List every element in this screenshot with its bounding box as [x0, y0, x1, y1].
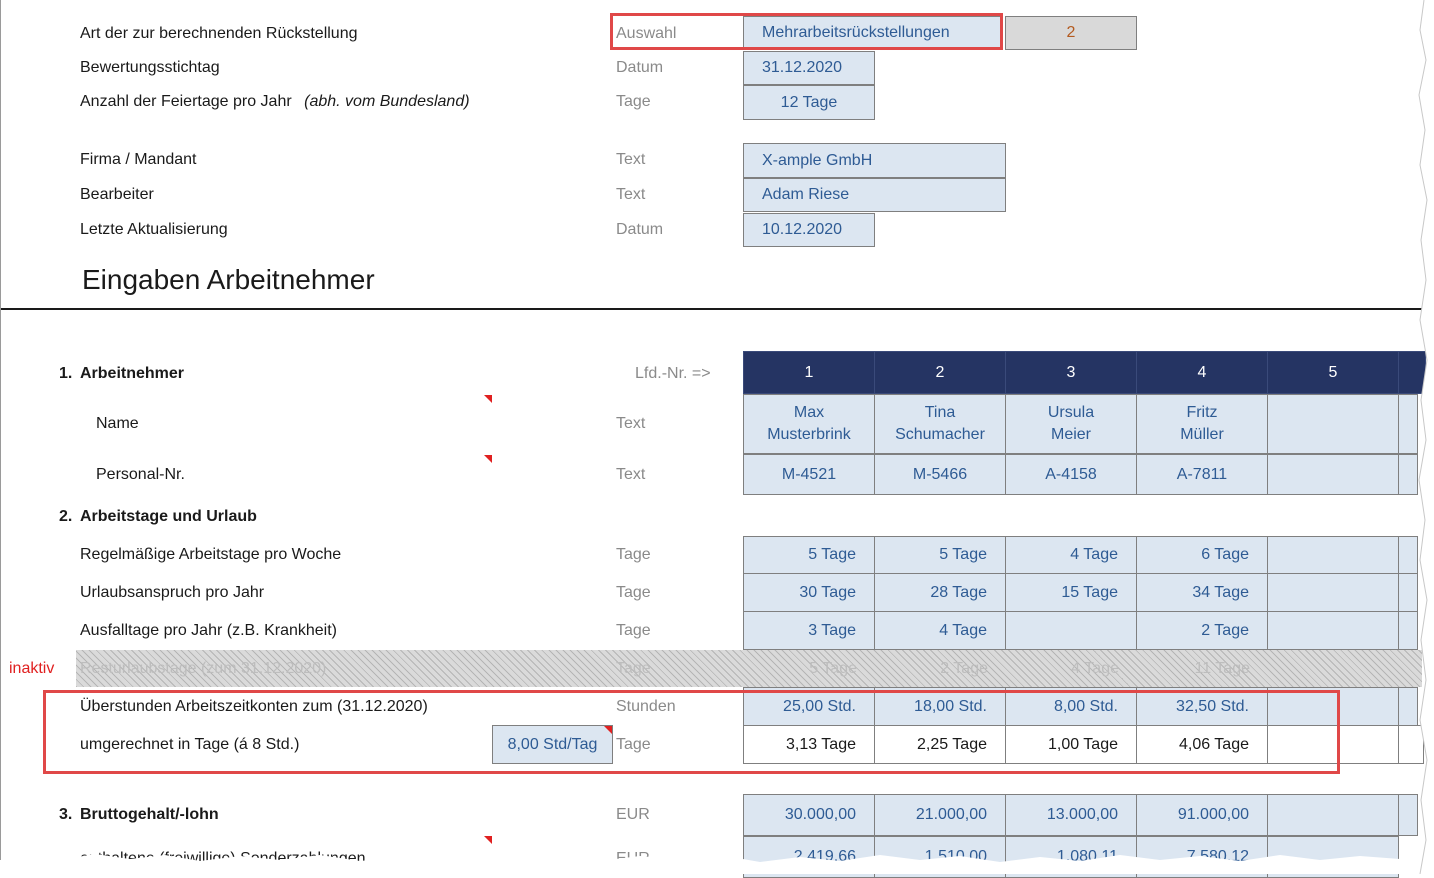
sheet-left-edge: [0, 0, 1, 860]
torn-edge-overlay: [0, 0, 1434, 874]
